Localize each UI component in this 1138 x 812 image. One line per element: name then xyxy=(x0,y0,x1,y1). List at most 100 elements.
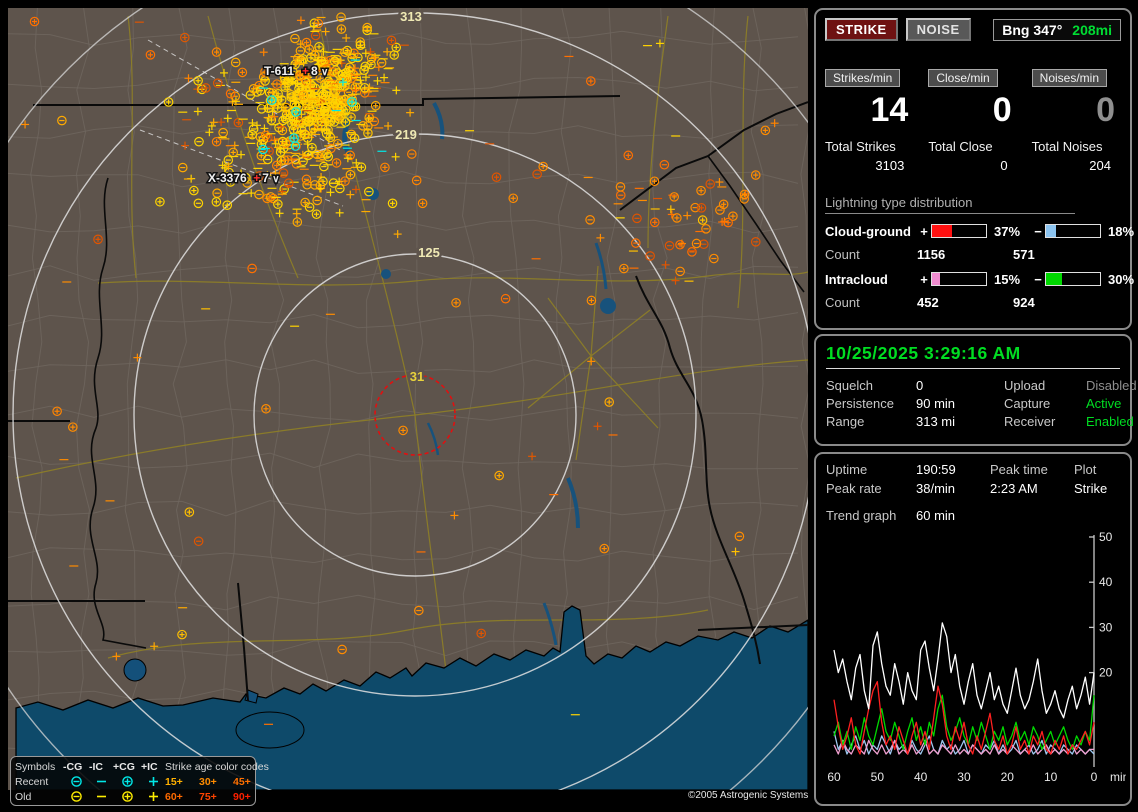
minus-icon xyxy=(89,775,113,788)
plus-icon xyxy=(141,790,165,803)
strike-map[interactable]: 313 219 125 31 T-611 +8 ∨ X-3376 +7 ∨ xyxy=(8,8,808,790)
ic-plus-count: 452 xyxy=(917,294,939,310)
legend-row-old: Old xyxy=(15,790,32,803)
persistence-label: Persistence xyxy=(826,396,894,411)
cloud-ground-label: Cloud-ground xyxy=(825,223,911,239)
status-panel: 10/25/2025 3:29:16 AM Squelch 0 Upload D… xyxy=(814,334,1137,446)
legend-col-pos-ic: +IC xyxy=(141,760,158,773)
svg-text:0: 0 xyxy=(1091,770,1098,784)
svg-text:40: 40 xyxy=(914,770,928,784)
svg-text:313: 313 xyxy=(400,9,422,24)
ic-plus-pct: 15% xyxy=(994,271,1021,287)
circle-minus-icon xyxy=(63,775,89,788)
upload-status: Disabled xyxy=(1086,378,1137,393)
ic-minus-count: 924 xyxy=(1013,294,1035,310)
noise-mode-button[interactable]: NOISE xyxy=(905,18,971,41)
svg-text:8: 8 xyxy=(311,64,318,78)
noises-per-min-column: Noises/min 0 Total Noises 204 xyxy=(1031,69,1121,173)
minus-sign: − xyxy=(1034,223,1042,239)
cg-plus-bar xyxy=(931,224,987,239)
total-close-value: 0 xyxy=(1000,157,1008,173)
legend-col-pos-cg: +CG xyxy=(113,760,135,773)
capture-label: Capture xyxy=(1004,396,1051,411)
svg-text:T-611: T-611 xyxy=(264,64,294,78)
lightning-tracker-app: 313 219 125 31 T-611 +8 ∨ X-3376 +7 ∨ Symbols -C… xyxy=(0,0,1138,812)
minus-icon xyxy=(89,790,113,803)
storm-cell-label: X-3376 +7 ∨ xyxy=(207,170,282,187)
cg-plus-pct: 37% xyxy=(994,223,1021,239)
age-30: 30+ xyxy=(199,775,217,788)
uptime-label: Uptime xyxy=(826,462,868,477)
circle-minus-icon xyxy=(63,790,89,803)
svg-text:50: 50 xyxy=(871,770,885,784)
peakrate-label: Peak rate xyxy=(826,481,882,496)
range-label: Range xyxy=(826,414,865,429)
svg-text:∨: ∨ xyxy=(272,174,279,185)
age-45: 45+ xyxy=(233,775,251,788)
intracloud-row: Intracloud + 15% − 30% xyxy=(825,271,1134,287)
distribution-title: Lightning type distribution xyxy=(825,195,1075,214)
ic-minus-pct: 30% xyxy=(1108,271,1135,287)
total-strikes-value: 3103 xyxy=(875,157,905,173)
bearing-readout: Bng 347° 208mi xyxy=(993,18,1121,41)
trend-graph: 20 30 40 50 60 50 40 30 20 10 0 min xyxy=(827,530,1126,784)
svg-text:+: + xyxy=(302,64,309,78)
cloud-ground-counts: Count 1156 571 xyxy=(825,247,1121,262)
age-75: 75+ xyxy=(199,790,217,803)
svg-text:7: 7 xyxy=(262,171,269,185)
strikes-per-min-label: Strikes/min xyxy=(825,69,901,87)
count-label: Count xyxy=(825,294,860,310)
range-value: 313 mi xyxy=(916,414,956,429)
strike-mode-button[interactable]: STRIKE xyxy=(825,18,898,41)
peaktime-label: Peak time xyxy=(990,462,1048,477)
total-noises-value: 204 xyxy=(1089,157,1111,173)
trend-window-value: 60 min xyxy=(916,508,956,523)
symbol-legend: Symbols -CG -IC +CG +IC Strike age color… xyxy=(10,756,269,806)
datetime-display: 10/25/2025 3:29:16 AM xyxy=(826,343,1120,369)
svg-text:125: 125 xyxy=(418,245,440,260)
count-label: Count xyxy=(825,246,860,262)
peakrate-value: 38/min xyxy=(916,481,956,496)
bearing-value: Bng 347° xyxy=(1002,21,1063,38)
legend-row-recent: Recent xyxy=(15,775,49,788)
legend-age-title: Strike age color codes xyxy=(165,760,269,773)
plot-label: Plot xyxy=(1074,462,1097,477)
legend-col-neg-ic: -IC xyxy=(89,760,103,773)
strikes-per-min-column: Strikes/min 14 Total Strikes 3103 xyxy=(825,69,914,173)
circle-plus-icon xyxy=(113,775,141,788)
copyright-text: ©2005 Astrogenic Systems xyxy=(688,790,809,801)
ic-plus-bar xyxy=(931,272,987,287)
svg-text:20: 20 xyxy=(1099,666,1113,680)
trend-series-total-strikes xyxy=(833,622,1095,719)
svg-text:∨: ∨ xyxy=(321,67,328,78)
close-per-min-value: 0 xyxy=(992,91,1012,129)
trend-graph-label: Trend graph xyxy=(826,508,897,523)
svg-text:60: 60 xyxy=(827,770,841,784)
upload-label: Upload xyxy=(1004,378,1046,393)
age-15: 15+ xyxy=(165,775,183,788)
peaktime-value: 2:23 AM xyxy=(990,481,1038,496)
receiver-status: Enabled xyxy=(1086,414,1134,429)
svg-text:+: + xyxy=(253,171,260,185)
trend-panel: Uptime 190:59 Peak time Plot Peak rate 3… xyxy=(814,452,1132,806)
total-noises-label: Total Noises xyxy=(1031,138,1103,154)
plus-icon xyxy=(141,775,165,788)
circle-plus-icon xyxy=(113,790,141,803)
svg-text:min: min xyxy=(1110,770,1126,784)
close-per-min-label: Close/min xyxy=(928,69,998,87)
age-60: 60+ xyxy=(165,790,183,803)
svg-text:10: 10 xyxy=(1044,770,1058,784)
receiver-label: Receiver xyxy=(1004,414,1056,429)
squelch-value: 0 xyxy=(916,378,924,393)
intracloud-counts: Count 452 924 xyxy=(825,295,1121,310)
svg-text:31: 31 xyxy=(410,369,424,384)
strike-stats-panel: STRIKE NOISE Bng 347° 208mi Strikes/min … xyxy=(814,8,1134,330)
noises-per-min-value: 0 xyxy=(1096,91,1115,129)
total-strikes-label: Total Strikes xyxy=(825,138,896,154)
svg-text:40: 40 xyxy=(1099,575,1113,589)
svg-text:219: 219 xyxy=(395,127,417,142)
legend-col-neg-cg: -CG xyxy=(63,760,83,773)
cg-minus-count: 571 xyxy=(1013,246,1035,262)
legend-symbols-header: Symbols xyxy=(15,760,56,773)
noises-per-min-label: Noises/min xyxy=(1031,69,1108,87)
